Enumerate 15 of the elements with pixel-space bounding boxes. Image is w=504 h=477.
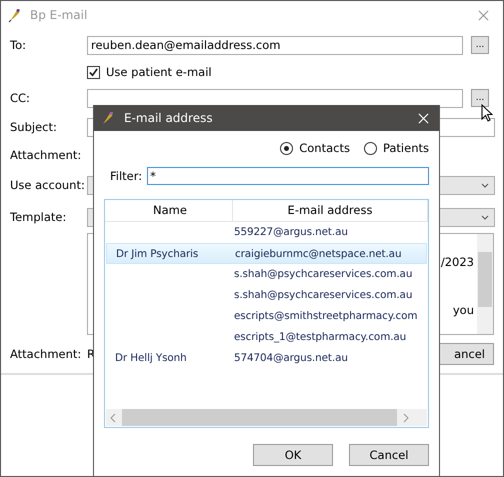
- field-label: Template:: [10, 210, 68, 224]
- field-label: Use account:: [10, 178, 86, 192]
- message-text: you: [452, 302, 474, 318]
- checkbox-label: Use patient e-mail: [106, 65, 212, 79]
- field-label: To:: [10, 38, 27, 52]
- dialog-title: E-mail address: [124, 111, 213, 125]
- field-label: Attachment:: [10, 347, 82, 361]
- radio-label: Contacts: [299, 141, 350, 155]
- message-text: /2023: [440, 254, 474, 270]
- field-label: CC:: [10, 91, 31, 105]
- radio-label: Patients: [382, 141, 429, 155]
- field-label: Subject:: [10, 120, 58, 134]
- field-label: Attachment:: [10, 148, 82, 162]
- window-title: Bp E-mail: [30, 8, 88, 22]
- filter-label: Filter:: [110, 169, 142, 183]
